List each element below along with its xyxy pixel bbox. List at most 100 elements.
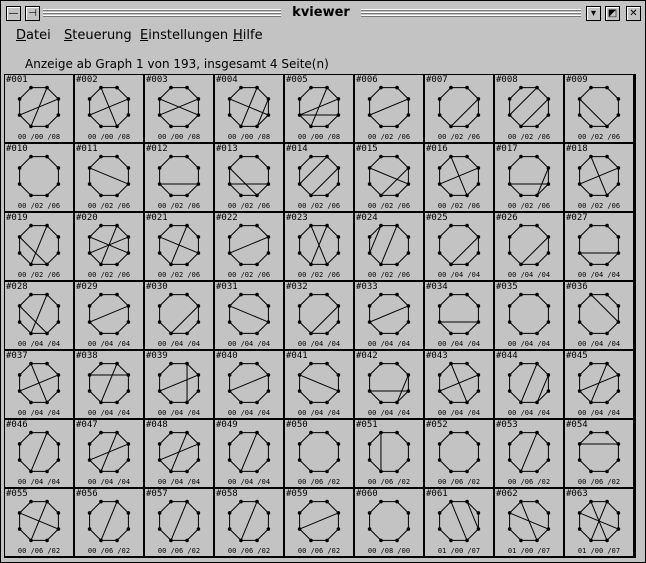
graph-vertex (255, 154, 259, 159)
graph-vertex (465, 361, 469, 366)
graph-cell[interactable]: #006 00 /02 /06 (355, 75, 423, 142)
graph-cell[interactable]: #027 00 /04 /04 (565, 213, 633, 280)
graph-cell[interactable]: #041 00 /04 /04 (285, 351, 353, 418)
close-icon[interactable]: ✕ (626, 6, 641, 21)
graph-cell[interactable]: #008 00 /02 /06 (495, 75, 563, 142)
graph-cell[interactable]: #023 00 /02 /06 (285, 213, 353, 280)
graph-cell[interactable]: #039 00 /04 /04 (145, 351, 213, 418)
graph-cell[interactable]: #061 01 /00 /07 (425, 489, 493, 556)
graph-vertex (546, 389, 551, 393)
graph-cell[interactable]: #021 00 /02 /06 (145, 213, 213, 280)
graph-vertex (449, 430, 453, 435)
graph-cell[interactable]: #011 00 /02 /06 (75, 144, 143, 211)
window-menu-button[interactable]: — (6, 6, 21, 21)
graph-vertex (449, 154, 453, 159)
graph-vertex (115, 361, 119, 366)
graph-cell[interactable]: #012 00 /02 /06 (145, 144, 213, 211)
graph-vertex (169, 361, 173, 366)
menu-einstellungen[interactable]: Einstellungen (140, 28, 228, 43)
graph-cell[interactable]: #014 00 /02 /06 (285, 144, 353, 211)
graph-label: #033 (356, 282, 378, 292)
graph-cell[interactable]: #032 00 /04 /04 (285, 282, 353, 349)
graph-vertex (29, 124, 33, 129)
graph-cell[interactable]: #001 00 /00 /08 (5, 75, 73, 142)
title-bar[interactable]: — ⊣ kviewer ▾ ◩ ✕ (3, 3, 643, 23)
graph-cell[interactable]: #053 00 /06 /02 (495, 420, 563, 487)
menu-datei[interactable]: Datei (16, 28, 51, 43)
graph-vertex (29, 154, 33, 159)
graph-cell[interactable]: #007 00 /02 /06 (425, 75, 493, 142)
graph-vertex (367, 235, 372, 239)
menu-steuerung[interactable]: Steuerung (64, 28, 132, 43)
graph-cell[interactable]: #050 00 /06 /02 (285, 420, 353, 487)
graph-cell[interactable]: #026 00 /04 /04 (495, 213, 563, 280)
graph-cell[interactable]: #056 00 /06 /02 (75, 489, 143, 556)
graph-cell[interactable]: #005 00 /00 /08 (285, 75, 353, 142)
graph-cell[interactable]: #004 00 /00 /08 (215, 75, 283, 142)
graph-cell[interactable]: #013 00 /02 /06 (215, 144, 283, 211)
graph-vertex (87, 97, 92, 101)
graph-cell[interactable]: #062 01 /00 /07 (495, 489, 563, 556)
graph-cell[interactable]: #040 00 /04 /04 (215, 351, 283, 418)
graph-cell[interactable]: #034 00 /04 /04 (425, 282, 493, 349)
graph-cell[interactable]: #036 00 /04 /04 (565, 282, 633, 349)
graph-cell[interactable]: #015 00 /02 /06 (355, 144, 423, 211)
graph-cell[interactable]: #020 00 /02 /06 (75, 213, 143, 280)
graph-cell[interactable]: #055 00 /06 /02 (5, 489, 73, 556)
graph-cell[interactable]: #052 00 /06 /02 (425, 420, 493, 487)
graph-cell[interactable]: #016 00 /02 /06 (425, 144, 493, 211)
graph-vertex (309, 223, 313, 228)
graph-cell[interactable]: #063 01 /00 /07 (565, 489, 633, 556)
graph-vertex (465, 430, 469, 435)
graph-cell[interactable]: #049 00 /04 /04 (215, 420, 283, 487)
graph-vertex (239, 193, 243, 198)
graph-drawing (367, 154, 411, 198)
menu-hilfe[interactable]: Hilfe (233, 28, 263, 43)
graph-cell[interactable]: #048 00 /04 /04 (145, 420, 213, 487)
graph-cell[interactable]: #060 00 /08 /00 (355, 489, 423, 556)
graph-cell[interactable]: #046 00 /04 /04 (5, 420, 73, 487)
graph-vertex (546, 527, 551, 531)
graph-cell[interactable]: #031 00 /04 /04 (215, 282, 283, 349)
graph-vertex (126, 527, 131, 531)
graph-drawing (437, 85, 481, 129)
graph-cell[interactable]: #037 00 /04 /04 (5, 351, 73, 418)
graph-cell[interactable]: #038 00 /04 /04 (75, 351, 143, 418)
graph-cell[interactable]: #018 00 /02 /06 (565, 144, 633, 211)
graph-caption: 00 /02 /06 (367, 202, 411, 210)
graph-cell[interactable]: #017 00 /02 /06 (495, 144, 563, 211)
graph-cell[interactable]: #047 00 /04 /04 (75, 420, 143, 487)
graph-cell[interactable]: #022 00 /02 /06 (215, 213, 283, 280)
graph-cell[interactable]: #024 00 /02 /06 (355, 213, 423, 280)
graph-cell[interactable]: #028 00 /04 /04 (5, 282, 73, 349)
graph-vertex (367, 182, 372, 186)
graph-cell[interactable]: #058 00 /06 /02 (215, 489, 283, 556)
graph-cell[interactable]: #043 00 /04 /04 (425, 351, 493, 418)
graph-cell[interactable]: #045 00 /04 /04 (565, 351, 633, 418)
graph-cell[interactable]: #042 00 /04 /04 (355, 351, 423, 418)
graph-caption: 00 /02 /06 (507, 202, 551, 210)
graph-cell[interactable]: #059 00 /06 /02 (285, 489, 353, 556)
graph-cell[interactable]: #025 00 /04 /04 (425, 213, 493, 280)
graph-cell[interactable]: #029 00 /04 /04 (75, 282, 143, 349)
minimize-icon[interactable]: ▾ (586, 6, 601, 21)
graph-cell[interactable]: #003 00 /00 /08 (145, 75, 213, 142)
graph-vertex (169, 292, 173, 297)
graph-cell[interactable]: #057 00 /06 /02 (145, 489, 213, 556)
graph-cell[interactable]: #054 00 /06 /02 (565, 420, 633, 487)
graph-vertex (157, 458, 162, 462)
graph-cell[interactable]: #002 00 /00 /08 (75, 75, 143, 142)
pin-button[interactable]: ⊣ (25, 6, 40, 21)
graph-cell[interactable]: #019 00 /02 /06 (5, 213, 73, 280)
graph-cell[interactable]: #051 00 /06 /02 (355, 420, 423, 487)
graph-cell[interactable]: #030 00 /04 /04 (145, 282, 213, 349)
graph-cell[interactable]: #035 00 /04 /04 (495, 282, 563, 349)
maximize-icon[interactable]: ◩ (605, 6, 620, 21)
graph-cell[interactable]: #009 00 /02 /06 (565, 75, 633, 142)
graph-vertex (255, 124, 259, 129)
graph-cell[interactable]: #044 00 /04 /04 (495, 351, 563, 418)
graph-cell[interactable]: #033 00 /04 /04 (355, 282, 423, 349)
graph-vertex (336, 235, 341, 239)
graph-cell[interactable]: #010 00 /02 /06 (5, 144, 73, 211)
graph-vertex (87, 527, 92, 531)
